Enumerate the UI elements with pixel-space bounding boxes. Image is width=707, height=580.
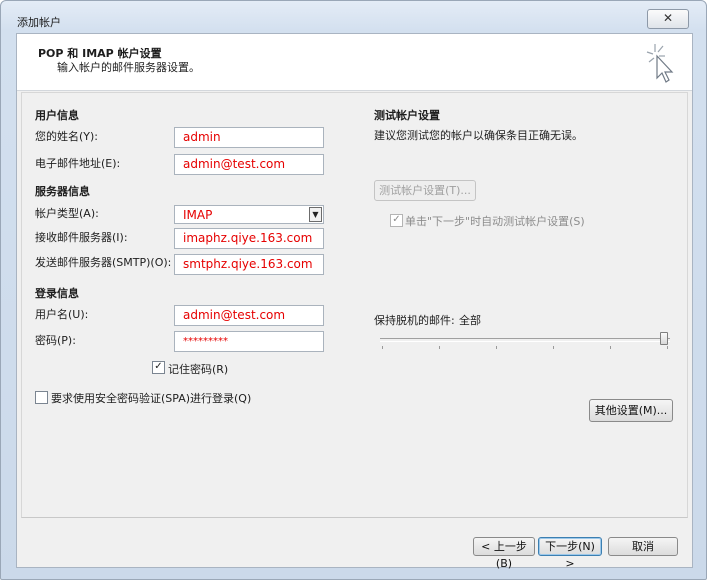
test-description: 建议您测试您的帐户以确保条目正确无误。 bbox=[374, 129, 583, 142]
name-label: 您的姓名(Y): bbox=[35, 130, 99, 143]
auto-test-checkbox[interactable]: ✓ bbox=[390, 214, 403, 227]
outgoing-server-field[interactable]: smtphz.qiye.163.com bbox=[174, 254, 324, 275]
settings-panel: 用户信息 您的姓名(Y): admin 电子邮件地址(E): admin@tes… bbox=[21, 92, 688, 518]
test-account-button[interactable]: 测试帐户设置(T)... bbox=[374, 180, 476, 201]
outgoing-server-label: 发送邮件服务器(SMTP)(O): bbox=[35, 256, 172, 269]
account-type-value: IMAP bbox=[183, 208, 213, 222]
chevron-down-icon[interactable]: ▼ bbox=[309, 207, 322, 222]
offline-slider-thumb[interactable] bbox=[660, 332, 668, 345]
back-button[interactable]: < 上一步(B) bbox=[473, 537, 535, 570]
user-info-heading: 用户信息 bbox=[35, 109, 79, 122]
incoming-server-label: 接收邮件服务器(I): bbox=[35, 231, 128, 244]
incoming-server-field[interactable]: imaphz.qiye.163.com bbox=[174, 228, 324, 249]
slider-tick bbox=[610, 346, 611, 349]
add-account-window: 添加帐户 ✕ POP 和 IMAP 帐户设置 输入帐户的邮件服务器设置。 用户信… bbox=[0, 0, 707, 580]
email-field[interactable]: admin@test.com bbox=[174, 154, 324, 175]
server-info-heading: 服务器信息 bbox=[35, 185, 90, 198]
wizard-header: POP 和 IMAP 帐户设置 输入帐户的邮件服务器设置。 bbox=[17, 34, 692, 91]
password-field[interactable]: ********* bbox=[174, 331, 324, 352]
more-settings-button[interactable]: 其他设置(M)... bbox=[589, 399, 673, 422]
slider-tick bbox=[496, 346, 497, 349]
account-type-select[interactable]: IMAP ▼ bbox=[174, 205, 324, 224]
wizard-cursor-icon bbox=[646, 44, 674, 83]
slider-tick bbox=[382, 346, 383, 349]
cancel-button[interactable]: 取消 bbox=[608, 537, 678, 556]
username-field[interactable]: admin@test.com bbox=[174, 305, 324, 326]
next-button[interactable]: 下一步(N) > bbox=[538, 537, 602, 570]
page-subtitle: 输入帐户的邮件服务器设置。 bbox=[57, 61, 200, 74]
spa-checkbox[interactable] bbox=[35, 391, 48, 404]
test-heading: 测试帐户设置 bbox=[374, 109, 440, 122]
close-icon: ✕ bbox=[662, 11, 674, 25]
close-button[interactable]: ✕ bbox=[647, 9, 689, 29]
account-type-label: 帐户类型(A): bbox=[35, 207, 99, 220]
password-label: 密码(P): bbox=[35, 334, 76, 347]
name-field[interactable]: admin bbox=[174, 127, 324, 148]
slider-tick bbox=[553, 346, 554, 349]
spa-label: 要求使用安全密码验证(SPA)进行登录(Q) bbox=[51, 392, 252, 405]
username-label: 用户名(U): bbox=[35, 308, 89, 321]
email-label: 电子邮件地址(E): bbox=[35, 157, 121, 170]
auto-test-label: 单击"下一步"时自动测试帐户设置(S) bbox=[405, 215, 585, 228]
slider-tick bbox=[439, 346, 440, 349]
window-title: 添加帐户 bbox=[17, 16, 61, 29]
slider-tick bbox=[667, 346, 668, 349]
remember-password-checkbox[interactable]: ✓ bbox=[152, 361, 165, 374]
login-info-heading: 登录信息 bbox=[35, 287, 79, 300]
dialog-client-area: POP 和 IMAP 帐户设置 输入帐户的邮件服务器设置。 用户信息 您的姓名(… bbox=[16, 33, 693, 570]
offline-mail-label: 保持脱机的邮件: bbox=[374, 314, 455, 327]
offline-slider-track[interactable] bbox=[380, 338, 670, 342]
remember-password-label: 记住密码(R) bbox=[168, 363, 229, 376]
offline-mail-value: 全部 bbox=[459, 314, 481, 327]
